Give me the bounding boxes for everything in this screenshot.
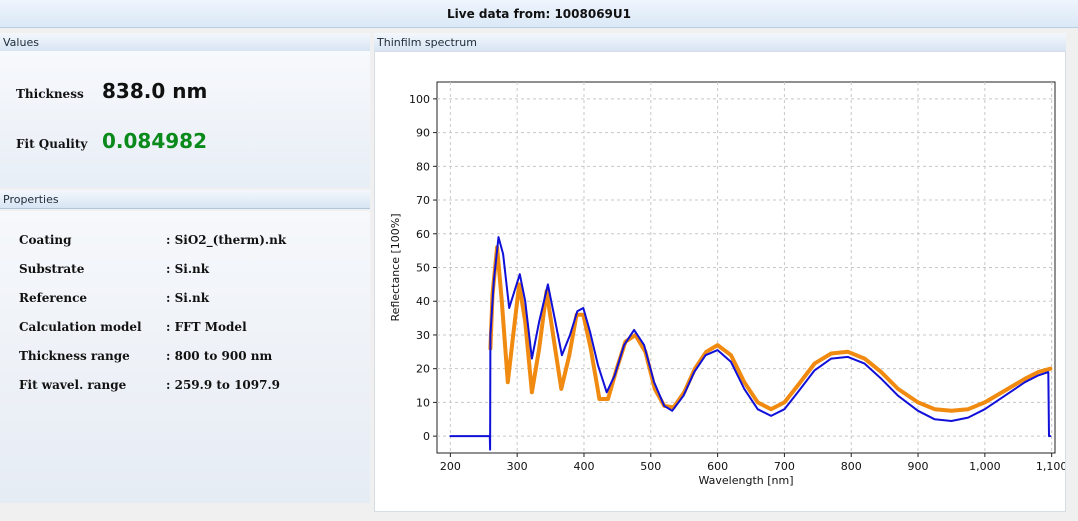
- properties-panel-title: Properties: [3, 193, 59, 206]
- thinfilm-spectrum-chart[interactable]: 200 300 400 500 600 700 800 900 1,000 1,100 0 10 20 3…: [375, 52, 1067, 511]
- y-tick-label: 80: [416, 160, 430, 173]
- x-tick-label: 400: [573, 460, 594, 473]
- property-row: Fit wavel. range : 259.9 to 1097.9: [19, 378, 280, 392]
- x-tick-label: 800: [841, 460, 862, 473]
- x-tick-label: 200: [440, 460, 461, 473]
- property-key-thickness-range: Thickness range: [19, 349, 130, 363]
- x-tick-label: 1,100: [1036, 460, 1065, 473]
- property-key-coating: Coating: [19, 233, 72, 247]
- fit-quality-value: 0.084982: [102, 129, 208, 153]
- y-tick-label: 10: [416, 396, 430, 409]
- property-value-reference: : Si.nk: [166, 291, 210, 305]
- property-row: Substrate : Si.nk: [19, 262, 209, 276]
- property-row: Reference : Si.nk: [19, 291, 209, 305]
- property-key-fit-wavelength-range: Fit wavel. range: [19, 378, 127, 392]
- chart-panel-title: Thinfilm spectrum: [377, 36, 477, 49]
- values-panel-header: Values: [0, 33, 370, 52]
- y-tick-label: 60: [416, 228, 430, 241]
- chart-panel-header: Thinfilm spectrum: [374, 33, 1066, 52]
- fit-quality-row: Fit Quality 0.084982: [16, 129, 207, 153]
- property-row: Coating : SiO2_(therm).nk: [19, 233, 286, 247]
- x-tick-label: 900: [908, 460, 929, 473]
- property-row: Thickness range : 800 to 900 nm: [19, 349, 272, 363]
- property-key-calculation-model: Calculation model: [19, 320, 142, 334]
- property-key-substrate: Substrate: [19, 262, 85, 276]
- thickness-row: Thickness 838.0 nm: [16, 79, 207, 103]
- x-axis-label: Wavelength [nm]: [698, 474, 793, 487]
- live-data-title: Live data from: 1008069U1: [446, 6, 631, 21]
- y-tick-label: 20: [416, 363, 430, 376]
- x-tick-label: 300: [507, 460, 528, 473]
- y-tick-label: 0: [423, 430, 430, 443]
- property-value-substrate: : Si.nk: [166, 262, 210, 276]
- values-panel: Thickness 838.0 nm Fit Quality 0.084982: [0, 51, 370, 188]
- fit-quality-label: Fit Quality: [16, 137, 88, 151]
- x-tick-label: 700: [774, 460, 795, 473]
- y-axis-label: Reflectance [100%]: [389, 213, 402, 321]
- y-tick-label: 90: [416, 127, 430, 140]
- y-tick-label: 30: [416, 329, 430, 342]
- property-row: Calculation model : FFT Model: [19, 320, 247, 334]
- values-panel-title: Values: [3, 36, 39, 49]
- thickness-label: Thickness: [16, 87, 84, 101]
- chart-panel: 200 300 400 500 600 700 800 900 1,000 1,100 0 10 20 3…: [374, 51, 1067, 512]
- property-value-calculation-model: : FFT Model: [166, 320, 247, 334]
- y-tick-label: 40: [416, 295, 430, 308]
- properties-panel: Coating : SiO2_(therm).nk Substrate : Si…: [0, 211, 370, 503]
- window-title-bar: Live data from: 1008069U1: [0, 0, 1078, 28]
- property-value-thickness-range: : 800 to 900 nm: [166, 349, 273, 363]
- properties-panel-header: Properties: [0, 190, 370, 209]
- property-value-fit-wavelength-range: : 259.9 to 1097.9: [166, 378, 281, 392]
- x-tick-label: 500: [640, 460, 661, 473]
- y-tick-label: 70: [416, 194, 430, 207]
- x-tick-label: 600: [707, 460, 728, 473]
- property-key-reference: Reference: [19, 291, 88, 305]
- y-tick-label: 100: [409, 93, 430, 106]
- property-value-coating: : SiO2_(therm).nk: [166, 233, 287, 247]
- x-tick-label: 1,000: [969, 460, 1001, 473]
- thickness-value: 838.0 nm: [102, 79, 208, 103]
- y-tick-label: 50: [416, 262, 430, 275]
